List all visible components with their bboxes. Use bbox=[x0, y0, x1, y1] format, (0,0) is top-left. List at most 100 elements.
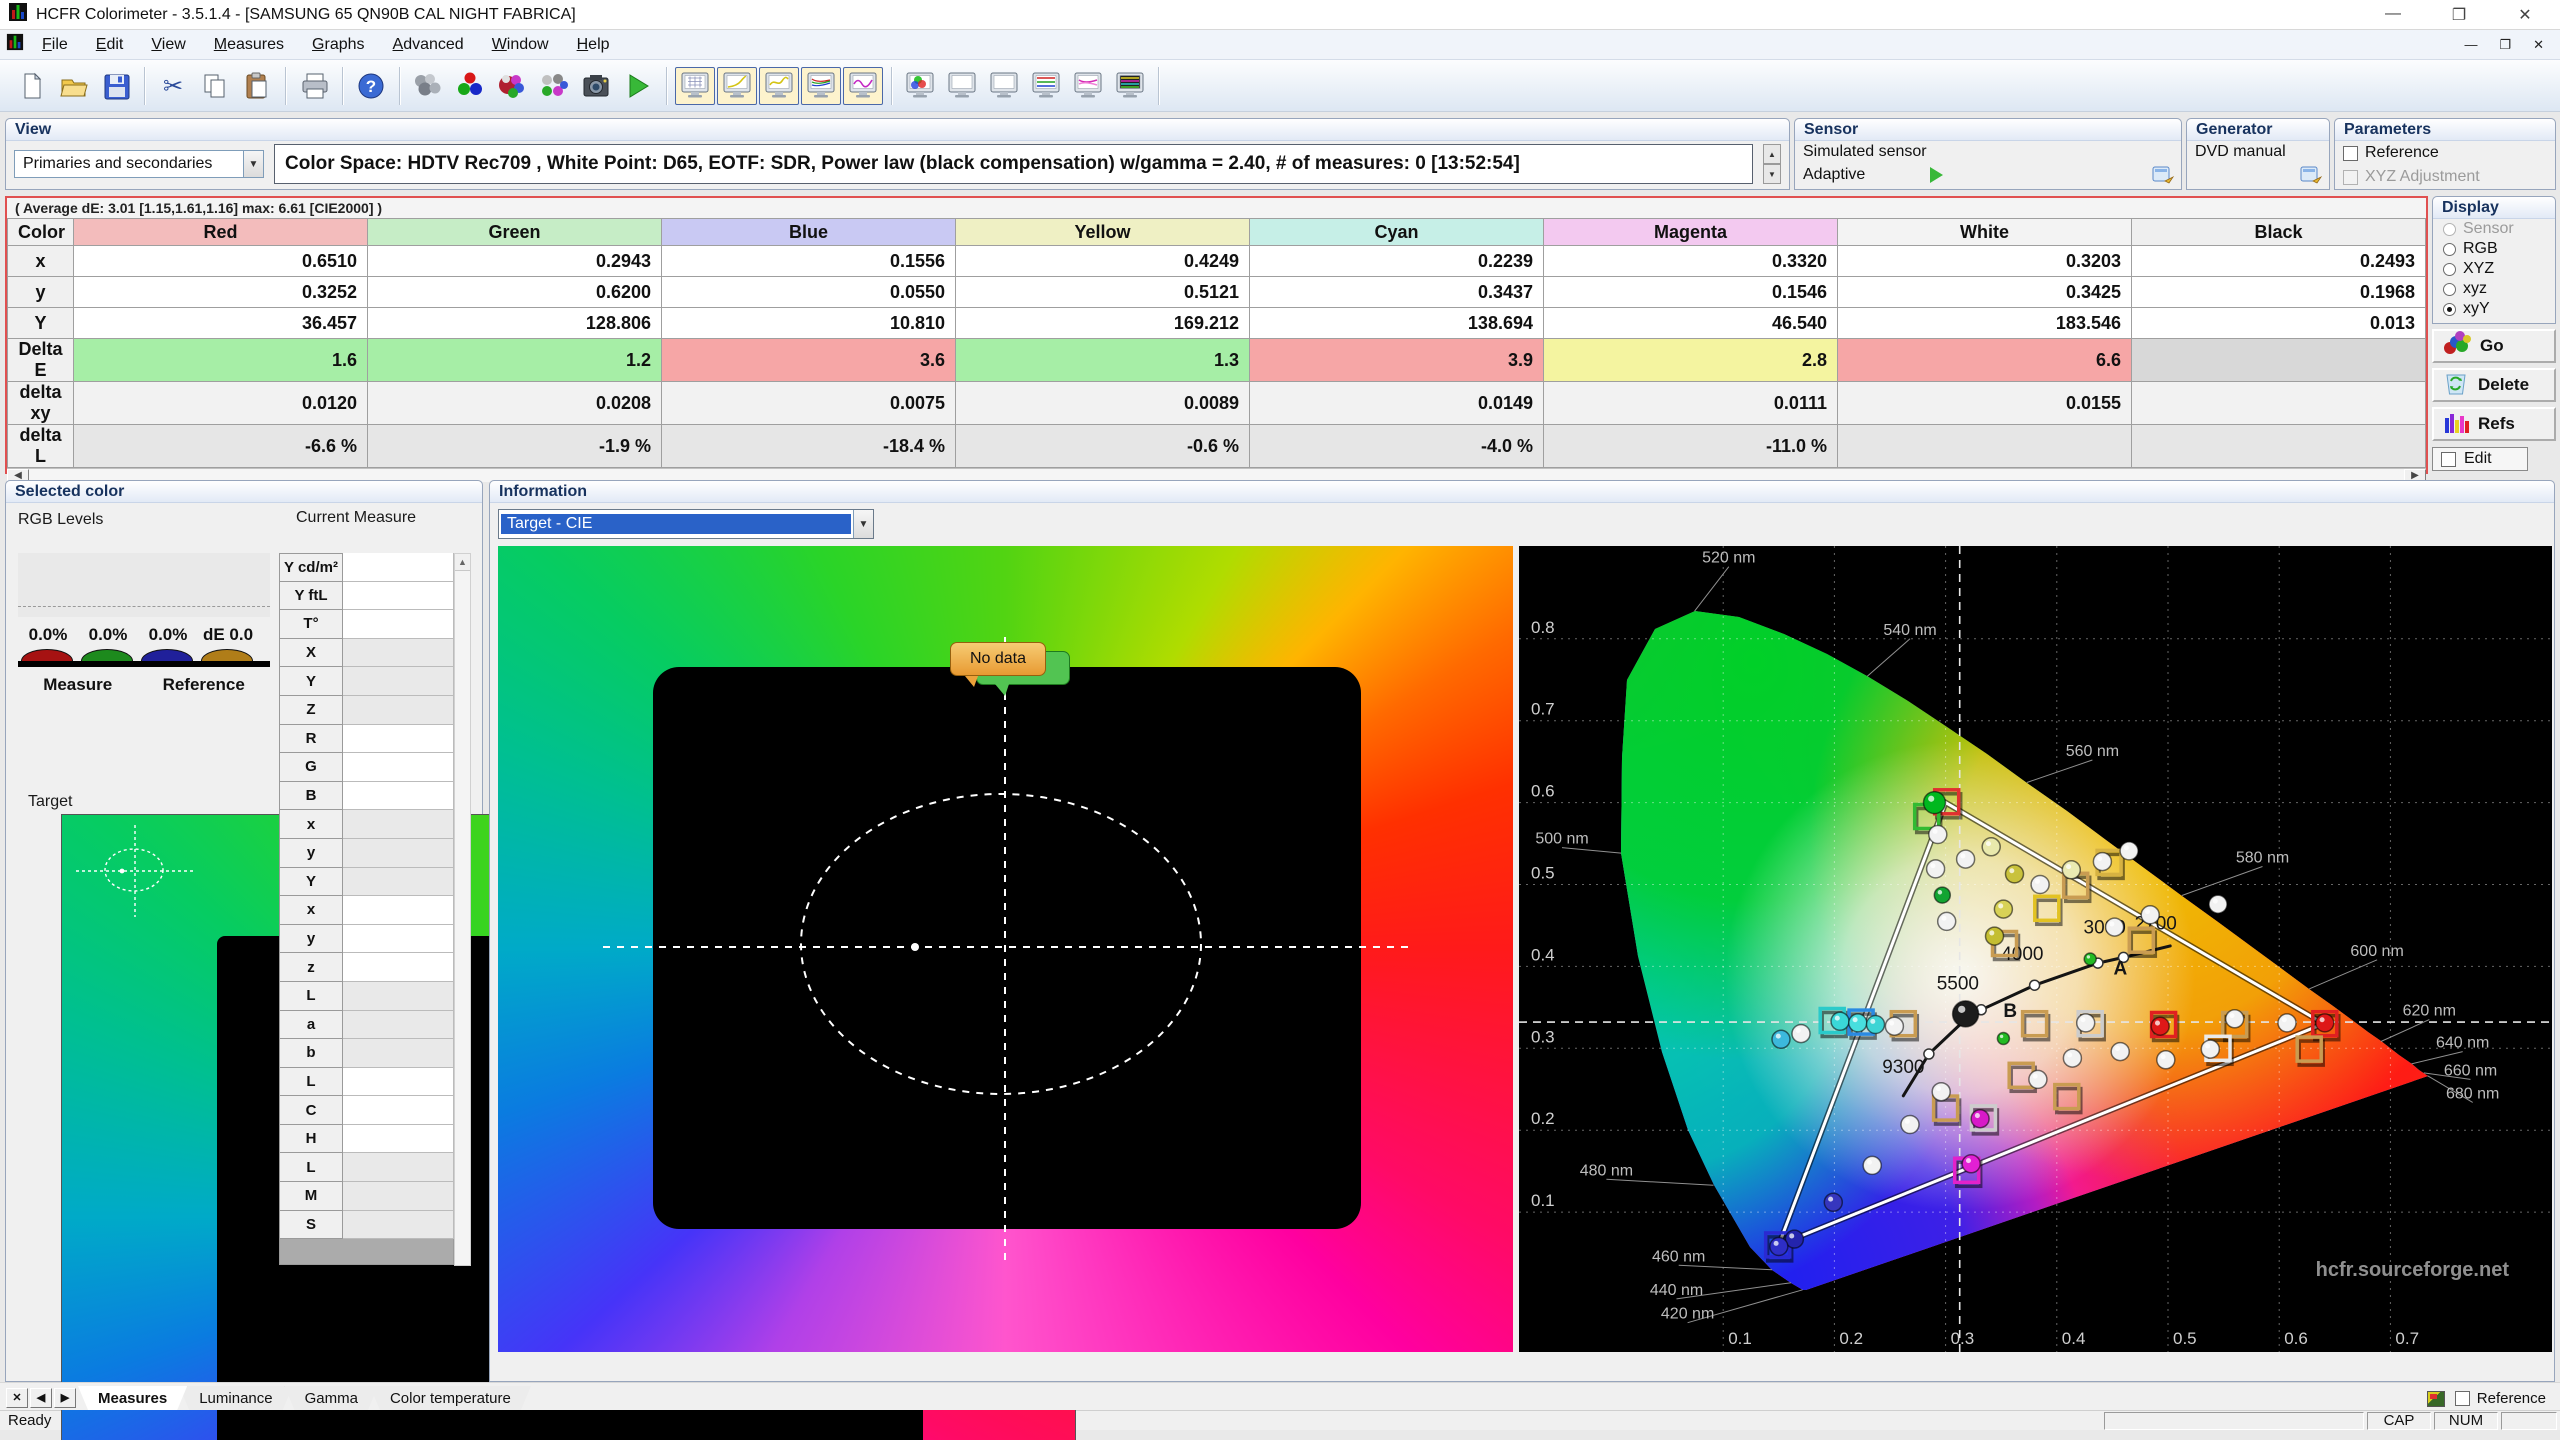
edit-checkbox[interactable] bbox=[2441, 452, 2456, 467]
cell-y-Green[interactable]: 0.6200 bbox=[368, 277, 662, 308]
cell-Delta E-Green[interactable]: 1.2 bbox=[368, 339, 662, 382]
go-button[interactable]: Go bbox=[2432, 329, 2556, 363]
close-button[interactable]: ✕ bbox=[2510, 5, 2540, 25]
cell-x-Blue[interactable]: 0.1556 bbox=[662, 246, 956, 277]
cell-x-Magenta[interactable]: 0.3320 bbox=[1544, 246, 1838, 277]
cell-delta xy-Black[interactable] bbox=[2132, 382, 2426, 425]
radio-icon[interactable] bbox=[2443, 243, 2456, 256]
cell-Y-Blue[interactable]: 10.810 bbox=[662, 308, 956, 339]
menu-item-view[interactable]: View bbox=[137, 32, 199, 58]
delete-button[interactable]: Delete bbox=[2432, 368, 2556, 402]
blank-view-2-icon[interactable] bbox=[984, 67, 1024, 105]
print-icon[interactable] bbox=[294, 67, 334, 105]
measure-rgb-icon[interactable] bbox=[450, 67, 490, 105]
cell-y-White[interactable]: 0.3425 bbox=[1838, 277, 2132, 308]
help-about-icon[interactable]: ? bbox=[351, 67, 391, 105]
radio-icon[interactable] bbox=[2443, 303, 2456, 316]
cut-icon[interactable]: ✂ bbox=[153, 67, 193, 105]
spectrum-view-icon[interactable] bbox=[1110, 67, 1150, 105]
menu-item-graphs[interactable]: Graphs bbox=[298, 32, 378, 58]
view-type-select[interactable]: Primaries and secondaries ▼ bbox=[14, 150, 264, 178]
cell-y-Blue[interactable]: 0.0550 bbox=[662, 277, 956, 308]
nearblack-view-icon[interactable] bbox=[801, 67, 841, 105]
measure-colors-icon[interactable] bbox=[492, 67, 532, 105]
snapshot-icon[interactable] bbox=[576, 67, 616, 105]
mdi-close-button[interactable]: ✕ bbox=[2533, 37, 2544, 53]
cell-Y-White[interactable]: 183.546 bbox=[1838, 308, 2132, 339]
radio-icon[interactable] bbox=[2443, 283, 2456, 296]
cell-Y-Black[interactable]: 0.013 bbox=[2132, 308, 2426, 339]
minimize-button[interactable]: — bbox=[2378, 5, 2408, 25]
paste-icon[interactable] bbox=[237, 67, 277, 105]
cell-delta L-White[interactable] bbox=[1838, 425, 2132, 468]
cell-delta xy-Blue[interactable]: 0.0075 bbox=[662, 382, 956, 425]
information-select[interactable]: Target - CIE ▼ bbox=[498, 509, 874, 539]
menu-item-help[interactable]: Help bbox=[563, 32, 624, 58]
mdi-restore-button[interactable]: ❐ bbox=[2499, 37, 2511, 53]
menu-item-advanced[interactable]: Advanced bbox=[379, 32, 478, 58]
sensor-settings-icon[interactable] bbox=[408, 67, 448, 105]
cell-Y-Cyan[interactable]: 138.694 bbox=[1250, 308, 1544, 339]
cell-delta xy-Magenta[interactable]: 0.0111 bbox=[1544, 382, 1838, 425]
cell-delta L-Green[interactable]: -1.9 % bbox=[368, 425, 662, 468]
cell-y-Red[interactable]: 0.3252 bbox=[74, 277, 368, 308]
contrast-view-icon[interactable] bbox=[843, 67, 883, 105]
cell-delta L-Magenta[interactable]: -11.0 % bbox=[1544, 425, 1838, 468]
cell-Y-Magenta[interactable]: 46.540 bbox=[1544, 308, 1838, 339]
menu-item-file[interactable]: File bbox=[28, 32, 82, 58]
cell-Delta E-Magenta[interactable]: 2.8 bbox=[1544, 339, 1838, 382]
cell-delta L-Blue[interactable]: -18.4 % bbox=[662, 425, 956, 468]
cell-x-Green[interactable]: 0.2943 bbox=[368, 246, 662, 277]
radio-icon[interactable] bbox=[2443, 263, 2456, 276]
tab-luminance[interactable]: Luminance bbox=[179, 1386, 292, 1410]
edit-checkbox-row[interactable]: Edit bbox=[2432, 447, 2528, 471]
param-checkbox-reference[interactable]: Reference bbox=[2335, 141, 2555, 165]
cell-delta xy-Red[interactable]: 0.0120 bbox=[74, 382, 368, 425]
sensor-config-button[interactable] bbox=[2151, 165, 2175, 185]
menu-item-edit[interactable]: Edit bbox=[82, 32, 138, 58]
chevron-down-icon[interactable]: ▼ bbox=[853, 510, 873, 538]
cell-Delta E-White[interactable]: 6.6 bbox=[1838, 339, 2132, 382]
cell-delta L-Black[interactable] bbox=[2132, 425, 2426, 468]
menu-item-window[interactable]: Window bbox=[478, 32, 563, 58]
tab-nav-next-icon[interactable]: ▶ bbox=[54, 1388, 76, 1408]
cell-Y-Red[interactable]: 36.457 bbox=[74, 308, 368, 339]
info-spinner[interactable]: ▲ ▼ bbox=[1763, 144, 1781, 184]
cell-delta xy-Yellow[interactable]: 0.0089 bbox=[956, 382, 1250, 425]
chevron-down-icon[interactable]: ▼ bbox=[243, 151, 263, 177]
cell-y-Black[interactable]: 0.1968 bbox=[2132, 277, 2426, 308]
generator-config-button[interactable] bbox=[2299, 165, 2323, 185]
blank-view-1-icon[interactable] bbox=[942, 67, 982, 105]
refs-button[interactable]: Refs bbox=[2432, 407, 2556, 441]
measure-grayscale-icon[interactable] bbox=[534, 67, 574, 105]
cell-y-Magenta[interactable]: 0.1546 bbox=[1544, 277, 1838, 308]
cell-Delta E-Black[interactable] bbox=[2132, 339, 2426, 382]
mdi-minimize-button[interactable]: — bbox=[2464, 37, 2477, 53]
new-file-icon[interactable] bbox=[12, 67, 52, 105]
color-temp-view-icon[interactable] bbox=[1068, 67, 1108, 105]
checkbox-icon[interactable] bbox=[2343, 146, 2358, 161]
measure-table-scrollbar[interactable]: ▲ bbox=[454, 553, 471, 1266]
open-file-icon[interactable] bbox=[54, 67, 94, 105]
radio-RGB[interactable]: RGB bbox=[2433, 239, 2555, 259]
cell-Delta E-Red[interactable]: 1.6 bbox=[74, 339, 368, 382]
maximize-button[interactable]: ❐ bbox=[2444, 5, 2474, 25]
cell-delta L-Cyan[interactable]: -4.0 % bbox=[1250, 425, 1544, 468]
copy-icon[interactable] bbox=[195, 67, 235, 105]
spin-down-icon[interactable]: ▼ bbox=[1763, 164, 1781, 184]
cell-Y-Green[interactable]: 128.806 bbox=[368, 308, 662, 339]
tab-color-temperature[interactable]: Color temperature bbox=[370, 1386, 531, 1410]
cell-x-Black[interactable]: 0.2493 bbox=[2132, 246, 2426, 277]
reference-checkbox[interactable] bbox=[2455, 1391, 2470, 1406]
tab-nav-close-icon[interactable]: ✕ bbox=[6, 1388, 28, 1408]
sensor-play-icon[interactable] bbox=[1930, 167, 1943, 183]
gamma-view-icon[interactable] bbox=[759, 67, 799, 105]
tab-measures[interactable]: Measures bbox=[78, 1386, 187, 1410]
cie-view-icon[interactable] bbox=[900, 67, 940, 105]
cell-Delta E-Yellow[interactable]: 1.3 bbox=[956, 339, 1250, 382]
cell-x-Yellow[interactable]: 0.4249 bbox=[956, 246, 1250, 277]
spin-up-icon[interactable]: ▲ bbox=[1763, 144, 1781, 164]
menu-item-measures[interactable]: Measures bbox=[200, 32, 298, 58]
cell-delta L-Yellow[interactable]: -0.6 % bbox=[956, 425, 1250, 468]
cell-delta L-Red[interactable]: -6.6 % bbox=[74, 425, 368, 468]
